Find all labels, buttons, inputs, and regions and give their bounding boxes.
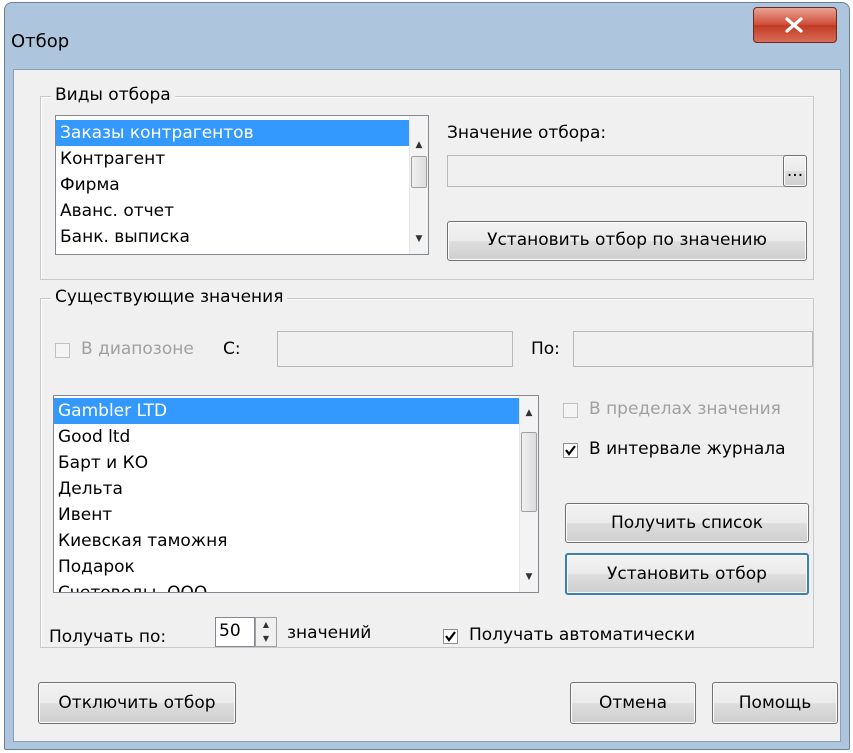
- fetch-count-spinner[interactable]: ▲ ▼: [255, 617, 277, 647]
- existing-values-scrollbar[interactable]: ▲ ▼: [519, 396, 538, 592]
- existing-values-group: Существующие значения В диапозоне С: По:…: [40, 287, 814, 648]
- existing-values-items: Gambler LTD Good ltd Барт и КО Дельта Ивент К…: [54, 398, 520, 592]
- existing-values-legend: Существующие значения: [51, 287, 288, 307]
- set-by-value-button[interactable]: Установить отбор по значению: [447, 221, 807, 261]
- filter-value-field[interactable]: [447, 155, 785, 187]
- window-title: Отбор: [11, 31, 70, 52]
- disable-filter-label: Отключить отбор: [58, 693, 216, 713]
- spin-down-icon[interactable]: ▼: [256, 632, 276, 646]
- dialog-window: Отбор Виды отбора Заказы контрагентов Кон…: [4, 2, 850, 750]
- cancel-button[interactable]: Отмена: [570, 682, 696, 724]
- scroll-up-icon[interactable]: ▲: [410, 136, 428, 154]
- filter-types-scrollbar[interactable]: ▲ ▼: [409, 116, 428, 254]
- values-label: значений: [287, 623, 372, 643]
- list-item[interactable]: Банк. выписка: [56, 224, 410, 250]
- list-item[interactable]: Счетоводы, ООО: [54, 580, 520, 592]
- from-field[interactable]: [277, 331, 513, 367]
- scroll-down-icon[interactable]: ▼: [410, 230, 428, 248]
- scroll-down-icon[interactable]: ▼: [520, 568, 538, 586]
- scrollbar-thumb[interactable]: [411, 156, 427, 188]
- journal-interval-label: В интервале журнала: [589, 439, 786, 459]
- browse-button[interactable]: ...: [783, 155, 807, 187]
- list-item[interactable]: Good ltd: [54, 424, 520, 450]
- existing-values-list[interactable]: Gambler LTD Good ltd Барт и КО Дельта Ивент К…: [53, 395, 539, 593]
- within-value-checkbox[interactable]: [563, 403, 578, 418]
- disable-filter-button[interactable]: Отключить отбор: [38, 682, 236, 724]
- get-list-label: Получить список: [610, 513, 764, 533]
- help-button[interactable]: Помощь: [712, 682, 838, 724]
- fetch-count-value: 50: [219, 621, 241, 641]
- list-item[interactable]: Подарок: [54, 554, 520, 580]
- list-item[interactable]: Барт и КО: [54, 450, 520, 476]
- spin-up-icon[interactable]: ▲: [256, 618, 276, 632]
- auto-fetch-checkbox[interactable]: [443, 629, 458, 644]
- to-label: По:: [531, 339, 560, 359]
- list-item[interactable]: Контрагент: [56, 146, 410, 172]
- list-item[interactable]: Ивент: [54, 502, 520, 528]
- filter-types-list[interactable]: Заказы контрагентов Контрагент Фирма Аванс.…: [55, 115, 429, 255]
- browse-label: ...: [786, 161, 804, 181]
- title-bar[interactable]: Отбор: [5, 3, 849, 79]
- dialog-body: Виды отбора Заказы контрагентов Контраген…: [13, 69, 841, 742]
- filter-types-group: Виды отбора Заказы контрагентов Контраген…: [40, 85, 814, 280]
- scrollbar-thumb[interactable]: [521, 432, 537, 512]
- get-list-button[interactable]: Получить список: [565, 503, 809, 543]
- filter-types-items: Заказы контрагентов Контрагент Фирма Аванс.…: [56, 120, 410, 250]
- to-field[interactable]: [573, 331, 813, 367]
- close-button[interactable]: [753, 7, 837, 43]
- within-value-label: В пределах значения: [589, 399, 781, 419]
- journal-interval-checkbox[interactable]: [563, 443, 578, 458]
- range-checkbox-label: В диапозоне: [81, 339, 194, 359]
- set-filter-button[interactable]: Установить отбор: [565, 553, 809, 595]
- fetch-count-input[interactable]: 50: [215, 617, 255, 647]
- list-item[interactable]: Gambler LTD: [54, 398, 520, 424]
- fetch-by-label: Получать по:: [49, 627, 167, 647]
- checkmark-icon: [445, 631, 456, 642]
- close-icon: [785, 17, 803, 33]
- set-by-value-label: Установить отбор по значению: [487, 230, 767, 250]
- list-item[interactable]: Заказы контрагентов: [56, 120, 410, 146]
- range-checkbox[interactable]: [55, 343, 70, 358]
- filter-value-label: Значение отбора:: [447, 123, 607, 143]
- filter-types-legend: Виды отбора: [51, 85, 175, 105]
- help-label: Помощь: [738, 693, 812, 713]
- from-label: С:: [223, 339, 241, 359]
- list-item[interactable]: Дельта: [54, 476, 520, 502]
- list-item[interactable]: Фирма: [56, 172, 410, 198]
- list-item[interactable]: Киевская таможня: [54, 528, 520, 554]
- checkmark-icon: [565, 445, 576, 456]
- auto-fetch-label: Получать автоматически: [469, 625, 695, 645]
- set-filter-label: Установить отбор: [607, 564, 767, 584]
- cancel-label: Отмена: [598, 693, 668, 713]
- scroll-up-icon[interactable]: ▲: [520, 404, 538, 422]
- list-item[interactable]: Аванс. отчет: [56, 198, 410, 224]
